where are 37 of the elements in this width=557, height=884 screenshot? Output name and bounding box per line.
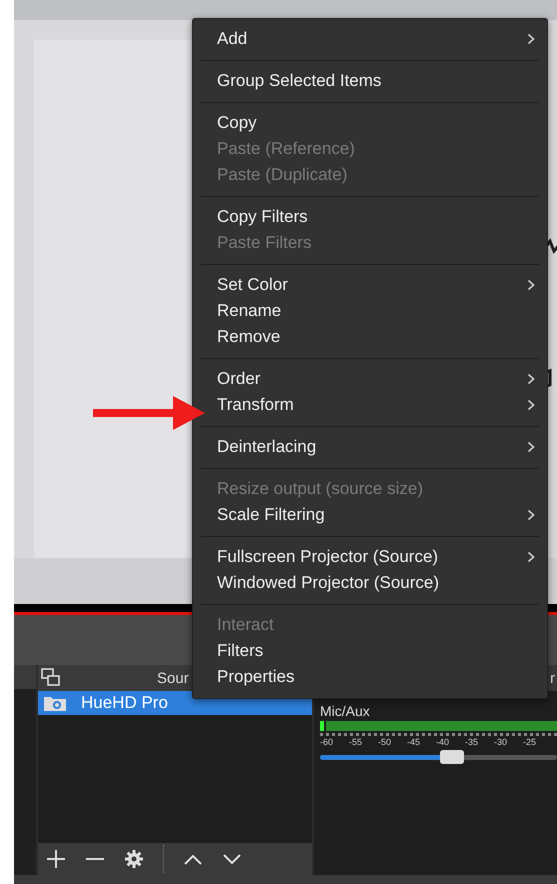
panel-title: r: [550, 670, 555, 686]
chevron-right-icon: [527, 399, 535, 411]
meter-tick-label: -45: [407, 737, 422, 747]
menu-item[interactable]: Deinterlacing: [193, 434, 547, 460]
menu-item[interactable]: Group Selected Items: [193, 68, 547, 94]
menu-item[interactable]: Add: [193, 26, 547, 52]
menu-item[interactable]: Rename: [193, 298, 547, 324]
panel-title: Sour: [157, 670, 189, 686]
chevron-right-icon: [527, 279, 535, 291]
meter-tick-label: -60: [320, 737, 334, 747]
menu-item[interactable]: Filters: [193, 638, 547, 664]
menu-item[interactable]: Scale Filtering: [193, 502, 547, 528]
menu-item[interactable]: Order: [193, 366, 547, 392]
menu-item[interactable]: Copy: [193, 110, 547, 136]
chevron-right-icon: [527, 373, 535, 385]
meter-tick-label: -55: [349, 737, 364, 747]
chevron-right-icon: [527, 509, 535, 521]
meter-tick-label: -50: [378, 737, 392, 747]
add-icon[interactable]: [46, 849, 66, 869]
menu-item[interactable]: Set Color: [193, 272, 547, 298]
menu-item[interactable]: Properties: [193, 664, 547, 690]
meter-tick-label: -40: [436, 737, 450, 747]
meter-tick-label: -25: [523, 737, 538, 747]
volume-slider[interactable]: [320, 750, 557, 764]
chevron-right-icon: [527, 551, 535, 563]
menu-item[interactable]: Remove: [193, 324, 547, 350]
channel-name: Mic/Aux: [320, 703, 371, 719]
chevron-right-icon: [527, 441, 535, 453]
camera-icon: [43, 694, 67, 712]
meter-tick-label: -30: [494, 737, 508, 747]
settings-icon[interactable]: [124, 849, 144, 869]
meter-tick-label: -35: [465, 737, 480, 747]
slider-handle[interactable]: [440, 750, 464, 764]
menu-item[interactable]: Copy Filters: [193, 204, 547, 230]
menu-item[interactable]: Fullscreen Projector (Source): [193, 544, 547, 570]
windows-icon[interactable]: [41, 668, 61, 688]
chevron-right-icon: [527, 33, 535, 45]
